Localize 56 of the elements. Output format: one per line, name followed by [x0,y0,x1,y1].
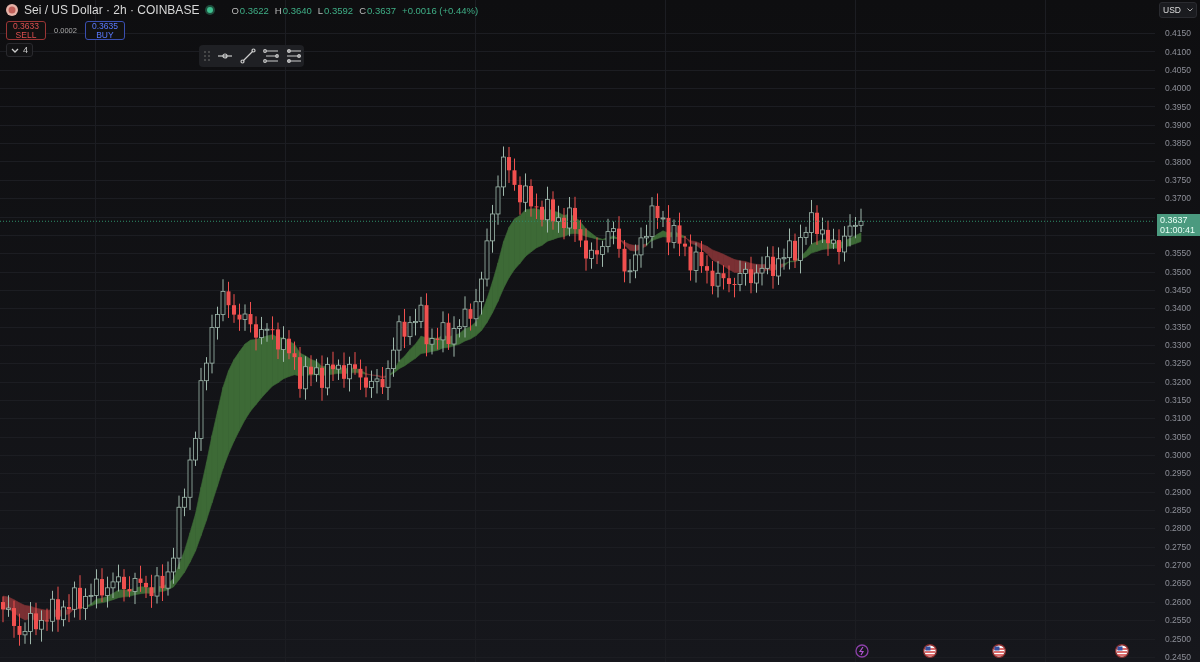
price-tick-label: 0.3050 [1165,431,1191,442]
indicators-toggle-button[interactable]: 4 [6,43,33,57]
price-change: +0.0016 (+0.44%) [402,4,479,16]
price-tick-label: 0.2700 [1165,560,1191,571]
price-tick-label: 0.2800 [1165,523,1191,534]
price-tick-label: 0.3850 [1165,138,1191,149]
ohlc-value: O0.3622 [231,4,269,16]
price-tick-label: 0.3000 [1165,450,1191,461]
buy-button[interactable]: 0.3635 BUY [84,21,125,40]
price-tick-label: 0.3750 [1165,174,1191,185]
parallel-lines-icon[interactable] [286,48,302,64]
status-dot-icon [205,5,216,15]
price-tick-label: 0.3450 [1165,285,1191,295]
price-tick-label: 0.4100 [1165,46,1191,57]
price-tick-label: 0.3350 [1165,321,1191,332]
price-tick-label: 0.2500 [1165,633,1191,644]
coin-icon [6,4,18,16]
price-tick-label: 0.2750 [1165,541,1191,552]
sell-button[interactable]: 0.3633 SELL [6,21,46,40]
lightning-icon[interactable] [855,644,869,658]
price-tick-label: 0.3100 [1165,413,1191,424]
price-tick-label: 0.3700 [1165,193,1191,204]
price-tick-label: 0.4050 [1165,64,1191,75]
caret-icon [1187,8,1193,12]
drag-handle-icon [204,51,210,61]
price-tick-label: 0.4150 [1165,28,1191,39]
price-tick-label: 0.2550 [1165,615,1191,626]
price-tick-label: 0.3400 [1165,303,1191,314]
price-tick-label: 0.2600 [1165,596,1191,607]
price-tick-label: 0.2850 [1165,505,1191,516]
last-price-tag: 0.3637 01:00:41 [1157,214,1200,237]
caret-icon [11,47,19,53]
price-tick-label: 0.2450 [1165,651,1191,662]
price-tick-label: 0.3150 [1165,395,1191,406]
price-tick-label: 0.3950 [1165,101,1191,112]
currency-dropdown[interactable]: USD [1159,2,1197,18]
flag-icon[interactable] [1115,644,1129,658]
price-tick-label: 0.2950 [1165,468,1191,479]
ohlc-value: H 0.3640 [274,4,312,16]
price-tick-label: 0.3250 [1165,358,1191,369]
ohlc-value: L0.3592 [317,4,354,16]
ohlc-value: C0.3637 [359,4,397,16]
trend-line-icon[interactable] [240,48,256,64]
price-tick-label: 0.3900 [1165,119,1191,130]
flag-icon[interactable] [923,644,937,658]
price-tick-label: 0.4000 [1165,83,1191,94]
price-tick-label: 0.2900 [1165,486,1191,497]
flag-icon[interactable] [992,644,1006,658]
price-tick-label: 0.3800 [1165,156,1191,167]
channel-icon[interactable] [263,48,279,64]
price-tick-label: 0.3200 [1165,376,1191,387]
price-tick-label: 0.3550 [1165,248,1191,259]
price-tick-label: 0.3500 [1165,266,1191,277]
symbol-title: Sei / US Dollar · 2h · COINBASE [24,3,200,17]
price-tick-label: 0.2650 [1165,578,1191,589]
price-tick-label: 0.3300 [1165,340,1191,350]
